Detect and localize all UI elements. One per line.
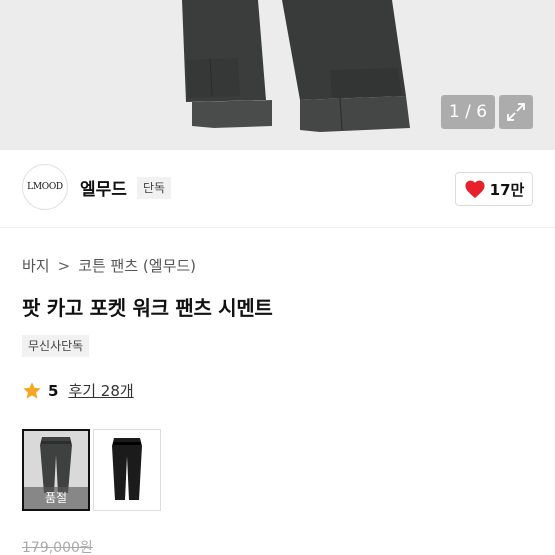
option-thumbnail-black[interactable]: [93, 429, 161, 511]
breadcrumb-separator: >: [57, 256, 71, 275]
like-count: 17만: [489, 180, 525, 199]
heart-icon: [465, 180, 485, 199]
breadcrumb-subcategory[interactable]: 코튼 팬츠 (엘무드): [78, 255, 196, 276]
product-image-gallery[interactable]: 1 / 6: [0, 0, 555, 150]
rating-score: 5: [48, 381, 59, 400]
expand-button[interactable]: [499, 95, 533, 129]
original-price: 179,000원: [22, 540, 93, 555]
reviews-link[interactable]: 후기 28개: [68, 380, 133, 401]
exclusive-badge: 무신사단독: [22, 335, 90, 357]
like-button[interactable]: 17만: [455, 172, 533, 206]
star-icon: [23, 381, 41, 398]
expand-icon: [507, 103, 525, 121]
brand-logo[interactable]: LMOOD: [22, 164, 68, 210]
breadcrumb: 바지 > 코튼 팬츠 (엘무드): [22, 255, 196, 276]
rating-row: 5 후기 28개: [22, 380, 134, 401]
breadcrumb-category[interactable]: 바지: [22, 255, 50, 276]
soldout-label: 품절: [24, 487, 88, 509]
product-title: 팟 카고 포켓 워크 팬츠 시멘트: [22, 296, 273, 320]
option-image-black: [112, 438, 142, 500]
brand-row: LMOOD 엘무드 단독 17만: [0, 150, 555, 228]
option-thumbnail-cement[interactable]: 품절: [22, 429, 90, 511]
brand-logo-text: LMOOD: [27, 182, 63, 192]
brand-name[interactable]: 엘무드: [80, 175, 127, 200]
image-counter: 1 / 6: [441, 95, 495, 129]
brand-exclusive-tag: 단독: [137, 177, 172, 199]
